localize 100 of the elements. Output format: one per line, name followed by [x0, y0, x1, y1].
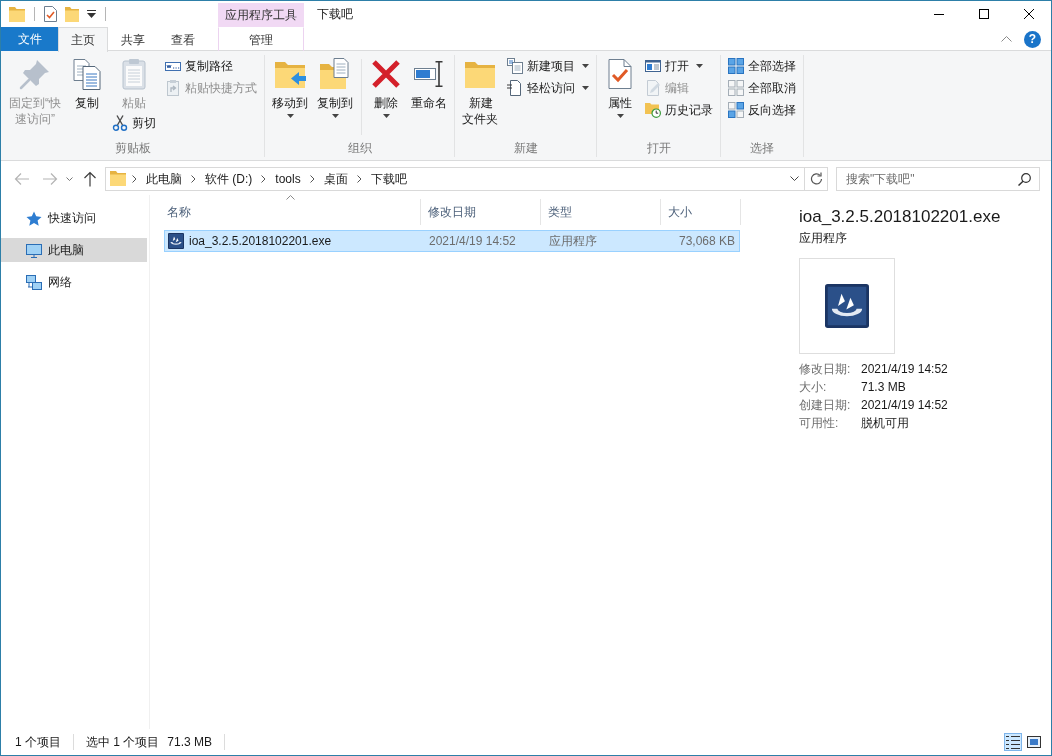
document-lines-icon	[507, 80, 523, 96]
caret-icon	[331, 114, 339, 118]
ribbon-group-label: 打开	[645, 140, 672, 157]
item-count: 1 个项目	[15, 734, 61, 751]
copy-to-button[interactable]: 复制到	[313, 55, 357, 119]
close-icon	[1023, 9, 1034, 19]
ribbon-group-label: 选择	[749, 140, 775, 157]
empty-squares-icon	[728, 80, 744, 96]
breadcrumb-button[interactable]: 桌面	[320, 169, 351, 188]
nav-item[interactable]: 此电脑	[1, 238, 147, 262]
move-to-button[interactable]: 移动到	[268, 55, 312, 119]
property-label: 可用性:	[799, 415, 840, 432]
app-icon	[825, 284, 869, 328]
ribbon-tab[interactable]: 文件	[1, 27, 58, 51]
chevron-right-icon	[132, 174, 137, 183]
property-value: 71.3 MB	[861, 379, 907, 396]
open-button[interactable]: 打开	[641, 55, 717, 77]
context-tab-group-label: 应用程序工具	[218, 3, 304, 27]
column-header[interactable]: 类型	[541, 199, 661, 225]
details-title: ioa_3.2.5.2018102201.exe	[799, 206, 1002, 228]
filled-squares-icon	[728, 58, 744, 74]
star-icon	[26, 210, 42, 226]
rename-button[interactable]: 重命名	[407, 55, 451, 112]
copy-button[interactable]: 复制	[67, 55, 107, 112]
property-value: 脱机可用	[861, 415, 910, 432]
column-header[interactable]: 大小	[661, 199, 741, 225]
ribbon-tab[interactable]: 主页	[58, 27, 108, 52]
column-header[interactable]: 修改日期	[421, 199, 541, 225]
chevron-right-icon	[191, 174, 196, 183]
ribbon-group-label: 新建	[512, 140, 539, 157]
date-cell-text: 2021/4/19 14:52	[428, 233, 517, 250]
properties-toolbar-button[interactable]	[44, 4, 57, 24]
nav-item[interactable]: 快速访问	[1, 206, 147, 230]
refresh-icon	[809, 172, 823, 185]
mixed-squares-icon	[728, 102, 744, 118]
chevron-right-icon	[309, 174, 315, 183]
folder-icon	[65, 6, 79, 22]
breadcrumb-button[interactable]: 软件 (D:)	[202, 169, 256, 188]
window-title: 下载吧	[316, 6, 353, 23]
property-label: 修改日期:	[799, 361, 852, 378]
document-pencil-icon	[645, 80, 661, 96]
ribbon-tab[interactable]: 查看	[158, 27, 208, 51]
select-none-button[interactable]: 全部取消	[724, 77, 800, 99]
address-field[interactable]: 此电脑 软件 (D:) tools 桌面 下载吧	[105, 166, 805, 191]
large-icons-view-button[interactable]	[1025, 733, 1043, 751]
chevron-up-icon	[1001, 36, 1012, 42]
selection-count: 选中 1 个项目	[86, 734, 160, 751]
caret-icon	[382, 114, 390, 118]
new-folder-toolbar-button[interactable]	[65, 4, 79, 24]
property-value: 2021/4/19 14:52	[861, 397, 949, 414]
delete-button[interactable]: 删除	[366, 55, 406, 119]
history-button[interactable]: 历史记录	[641, 99, 717, 121]
file-name-cell-text: ioa_3.2.5.2018102201.exe	[189, 233, 332, 250]
chevron-right-icon	[356, 174, 362, 183]
folder-toolbar-button[interactable]	[9, 4, 25, 24]
details-type: 应用程序	[799, 230, 848, 246]
cut-button[interactable]: 剪切	[108, 112, 160, 134]
help-button[interactable]: ?	[1024, 30, 1041, 48]
document-check-icon	[44, 6, 57, 22]
minimize-icon	[933, 13, 944, 15]
type-cell-text: 应用程序	[548, 233, 598, 250]
x-mark-icon	[370, 58, 402, 90]
maximize-icon	[978, 9, 989, 19]
property-label: 创建日期:	[799, 397, 852, 414]
new-documents-icon	[507, 58, 523, 74]
shortcut-clipboard-icon	[165, 80, 181, 96]
property-value: 2021/4/19 14:52	[861, 361, 949, 378]
ribbon-tab[interactable]: 共享	[108, 27, 158, 51]
network-icon	[26, 274, 42, 290]
nav-item[interactable]: 网络	[1, 270, 147, 294]
search-icon	[1018, 172, 1031, 186]
details-list-icon	[1006, 735, 1020, 749]
breadcrumb-button[interactable]: 此电脑	[143, 169, 185, 188]
folder-icon	[9, 6, 25, 22]
scissors-icon	[112, 115, 128, 131]
pushpin-icon	[19, 58, 51, 90]
chevron-down-icon	[789, 176, 799, 181]
copy-path-button[interactable]: 复制路径	[161, 55, 261, 77]
file-row[interactable]: ioa_3.2.5.2018102201.exe 2021/4/19 14:52 应用程序 73,068 KB	[164, 230, 740, 252]
chevron-right-icon	[261, 174, 267, 183]
left-arrow-icon	[14, 170, 30, 187]
search-field[interactable]: 搜索"下载吧"	[836, 166, 1040, 191]
up-arrow-icon	[82, 170, 98, 187]
new-item-button[interactable]: 新建项目	[503, 55, 593, 77]
new-folder-button[interactable]: 新建文件夹	[458, 55, 502, 128]
select-all-button[interactable]: 全部选择	[724, 55, 800, 77]
details-view-button[interactable]	[1004, 733, 1022, 751]
folder-clock-icon	[645, 102, 661, 118]
documents-icon	[71, 58, 103, 90]
folder-icon	[110, 171, 126, 186]
refresh-button[interactable]	[805, 166, 828, 191]
easy-access-button[interactable]: 轻松访问	[503, 77, 593, 99]
invert-selection-button[interactable]: 反向选择	[724, 99, 800, 121]
ribbon-group-label: 组织	[346, 140, 373, 157]
column-header[interactable]: 名称	[160, 199, 421, 225]
window-icon	[645, 58, 661, 74]
breadcrumb-button[interactable]: tools	[272, 169, 304, 188]
breadcrumb-button[interactable]: 下载吧	[367, 169, 410, 188]
properties-button[interactable]: 属性	[600, 55, 640, 119]
rename-field-icon	[413, 58, 445, 90]
